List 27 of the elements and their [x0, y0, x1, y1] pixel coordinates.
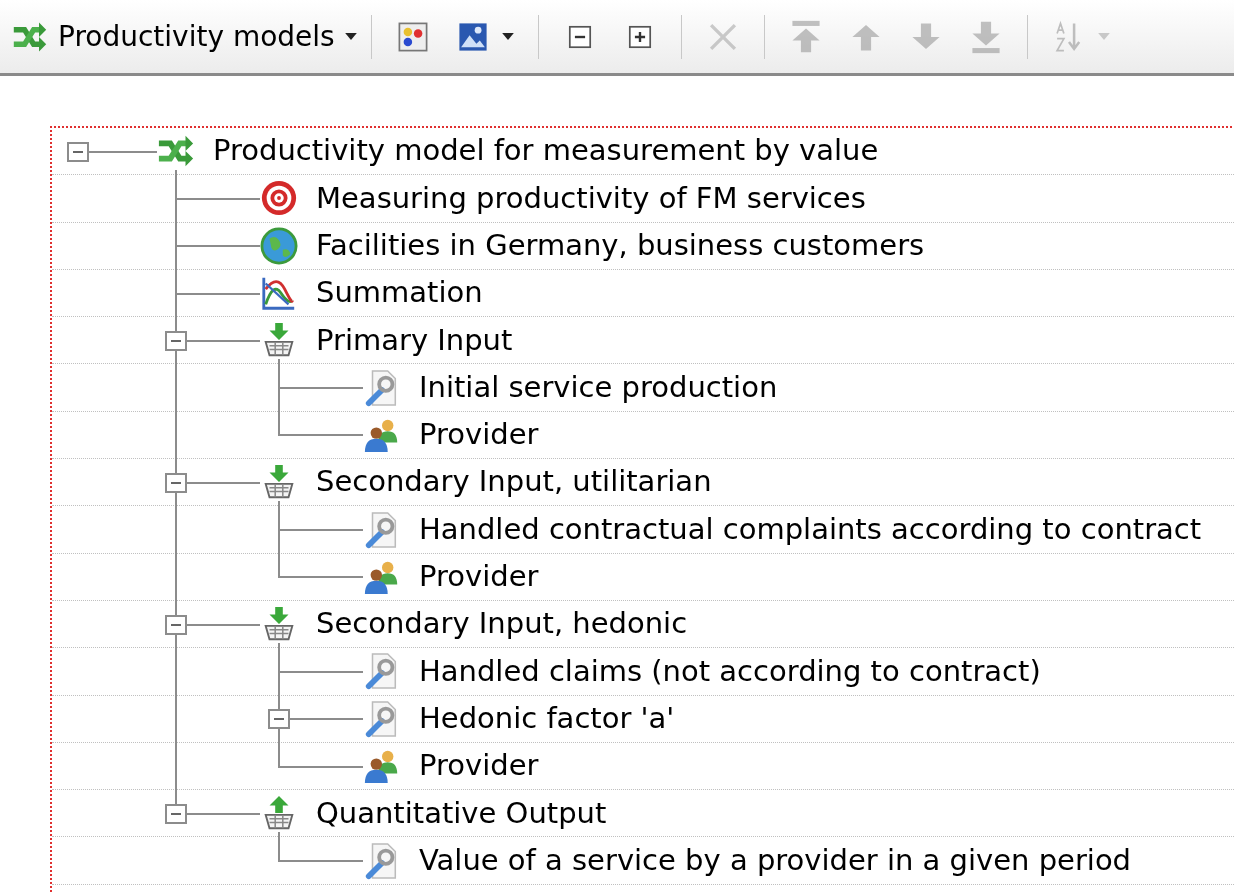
- tree-item-label[interactable]: Secondary Input, utilitarian: [316, 460, 712, 504]
- globe-icon: [260, 226, 298, 265]
- tree-item-label[interactable]: Measuring productivity of FM services: [316, 176, 866, 221]
- tree-item-label[interactable]: Handled contractual complaints according to contract: [419, 507, 1202, 552]
- tree-item-label[interactable]: Value of a service by a provider in a given period: [419, 838, 1132, 883]
- caret-icon: [1097, 33, 1110, 40]
- model-dropdown[interactable]: Productivity models: [12, 15, 357, 58]
- caret-icon: [344, 33, 357, 40]
- tree-item-label[interactable]: Secondary Input, hedonic: [316, 602, 688, 646]
- tree-item-label[interactable]: Primary Input: [316, 318, 513, 363]
- collapse-toggle[interactable]: [67, 141, 89, 162]
- tree-item-label[interactable]: Provider: [419, 413, 539, 457]
- tree-item-label[interactable]: Provider: [419, 555, 539, 599]
- tree-item-label[interactable]: Handled claims (not according to contract): [419, 649, 1041, 694]
- tree-item-label[interactable]: Hedonic factor 'a': [419, 696, 675, 741]
- collapse-toggle[interactable]: [165, 803, 187, 824]
- tree-item-label[interactable]: Summation: [316, 271, 483, 315]
- tree-item-label[interactable]: Initial service production: [419, 365, 778, 410]
- collapse-toggle[interactable]: [165, 330, 187, 351]
- tree-item-label[interactable]: Quantitative Output: [316, 791, 607, 836]
- tree-item-label[interactable]: Productivity model for measurement by value: [213, 129, 879, 173]
- collapse-toggle[interactable]: [268, 709, 290, 730]
- tree-item-label[interactable]: Provider: [419, 744, 539, 788]
- caret-icon: [501, 33, 514, 40]
- collapse-toggle[interactable]: [165, 472, 187, 493]
- collapse-toggle[interactable]: [165, 614, 187, 635]
- tree-item-label[interactable]: Facilities in Germany, business customers: [316, 224, 925, 268]
